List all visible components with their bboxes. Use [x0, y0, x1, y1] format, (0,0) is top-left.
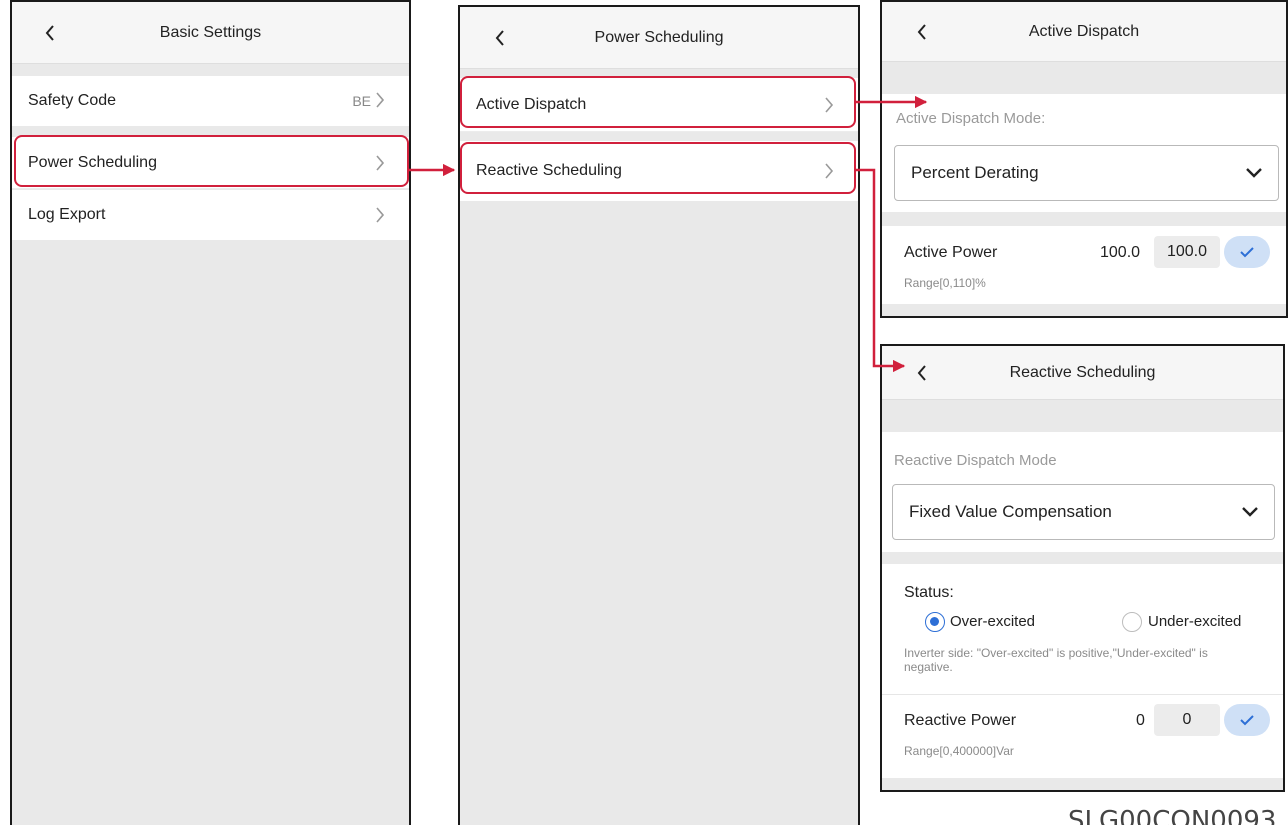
figure-caption: SLG00CON0093	[1068, 806, 1277, 825]
arrow-to-reactive-scheduling	[856, 168, 906, 373]
flow-arrows	[409, 95, 928, 373]
